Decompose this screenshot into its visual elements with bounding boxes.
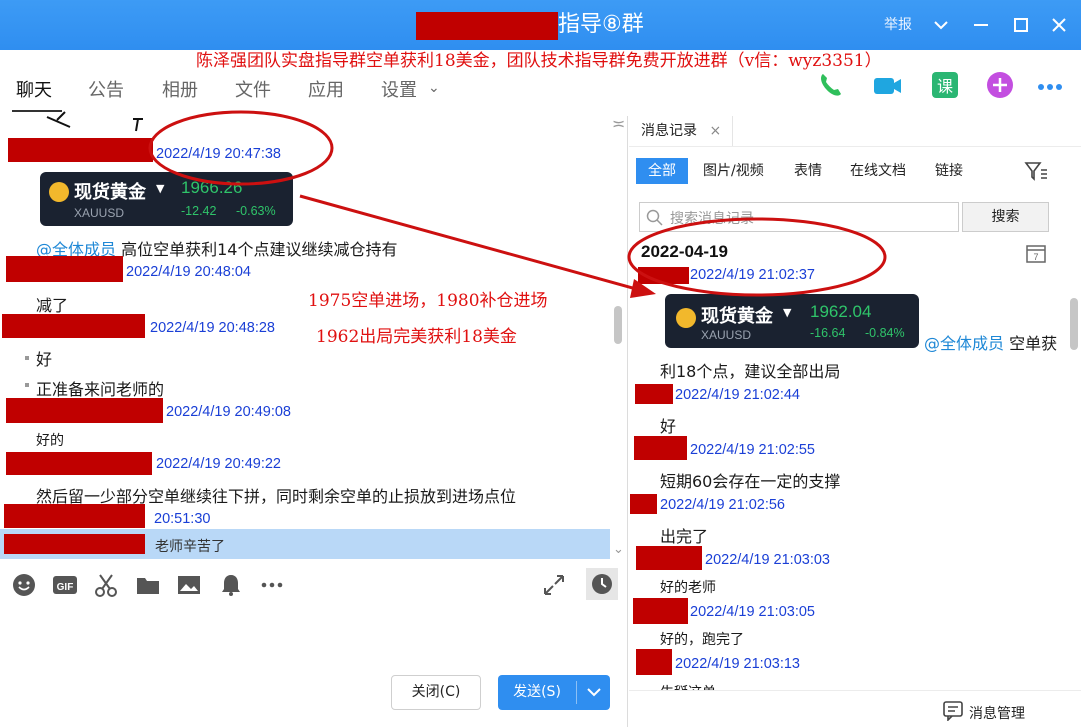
- annotation-overlay: [46, 110, 887, 298]
- highlight-ellipse-right: [627, 217, 887, 297]
- annotation-arrow-line: [299, 194, 641, 292]
- scribble-mark: [46, 111, 71, 128]
- highlight-ellipse-left: [148, 110, 334, 186]
- annotation-arrowhead: [630, 279, 656, 298]
- scribble-mark: [133, 118, 143, 132]
